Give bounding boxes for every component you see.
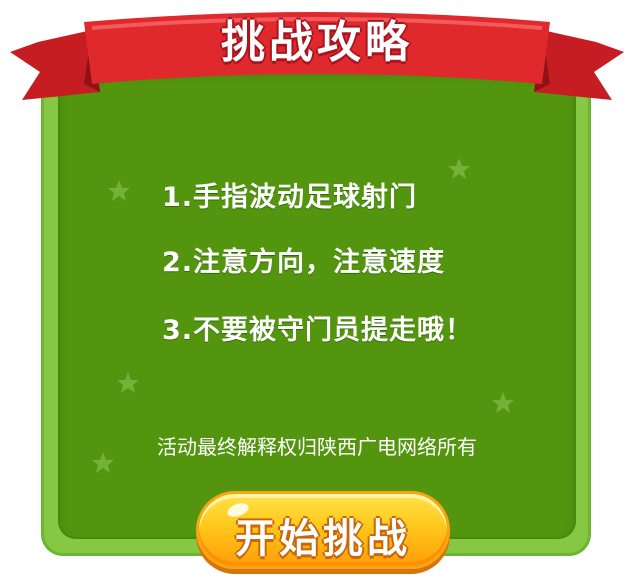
rule-1: 1.手指波动足球射门 <box>162 182 418 213</box>
board-panel <box>58 68 576 539</box>
start-challenge-button[interactable]: 开始挑战 <box>196 491 450 569</box>
rule-3: 3.不要被守门员提走哦！ <box>162 315 474 346</box>
page-title: 挑战攻略 <box>221 17 413 68</box>
star-icon <box>108 180 130 201</box>
star-icon <box>448 158 470 179</box>
star-icon <box>117 372 139 393</box>
rule-2: 2.注意方向，注意速度 <box>162 247 446 278</box>
star-icon <box>492 392 514 413</box>
copyright-notice: 活动最终解释权归陕西广电网络所有 <box>157 435 477 459</box>
start-challenge-label: 开始挑战 <box>235 516 411 562</box>
